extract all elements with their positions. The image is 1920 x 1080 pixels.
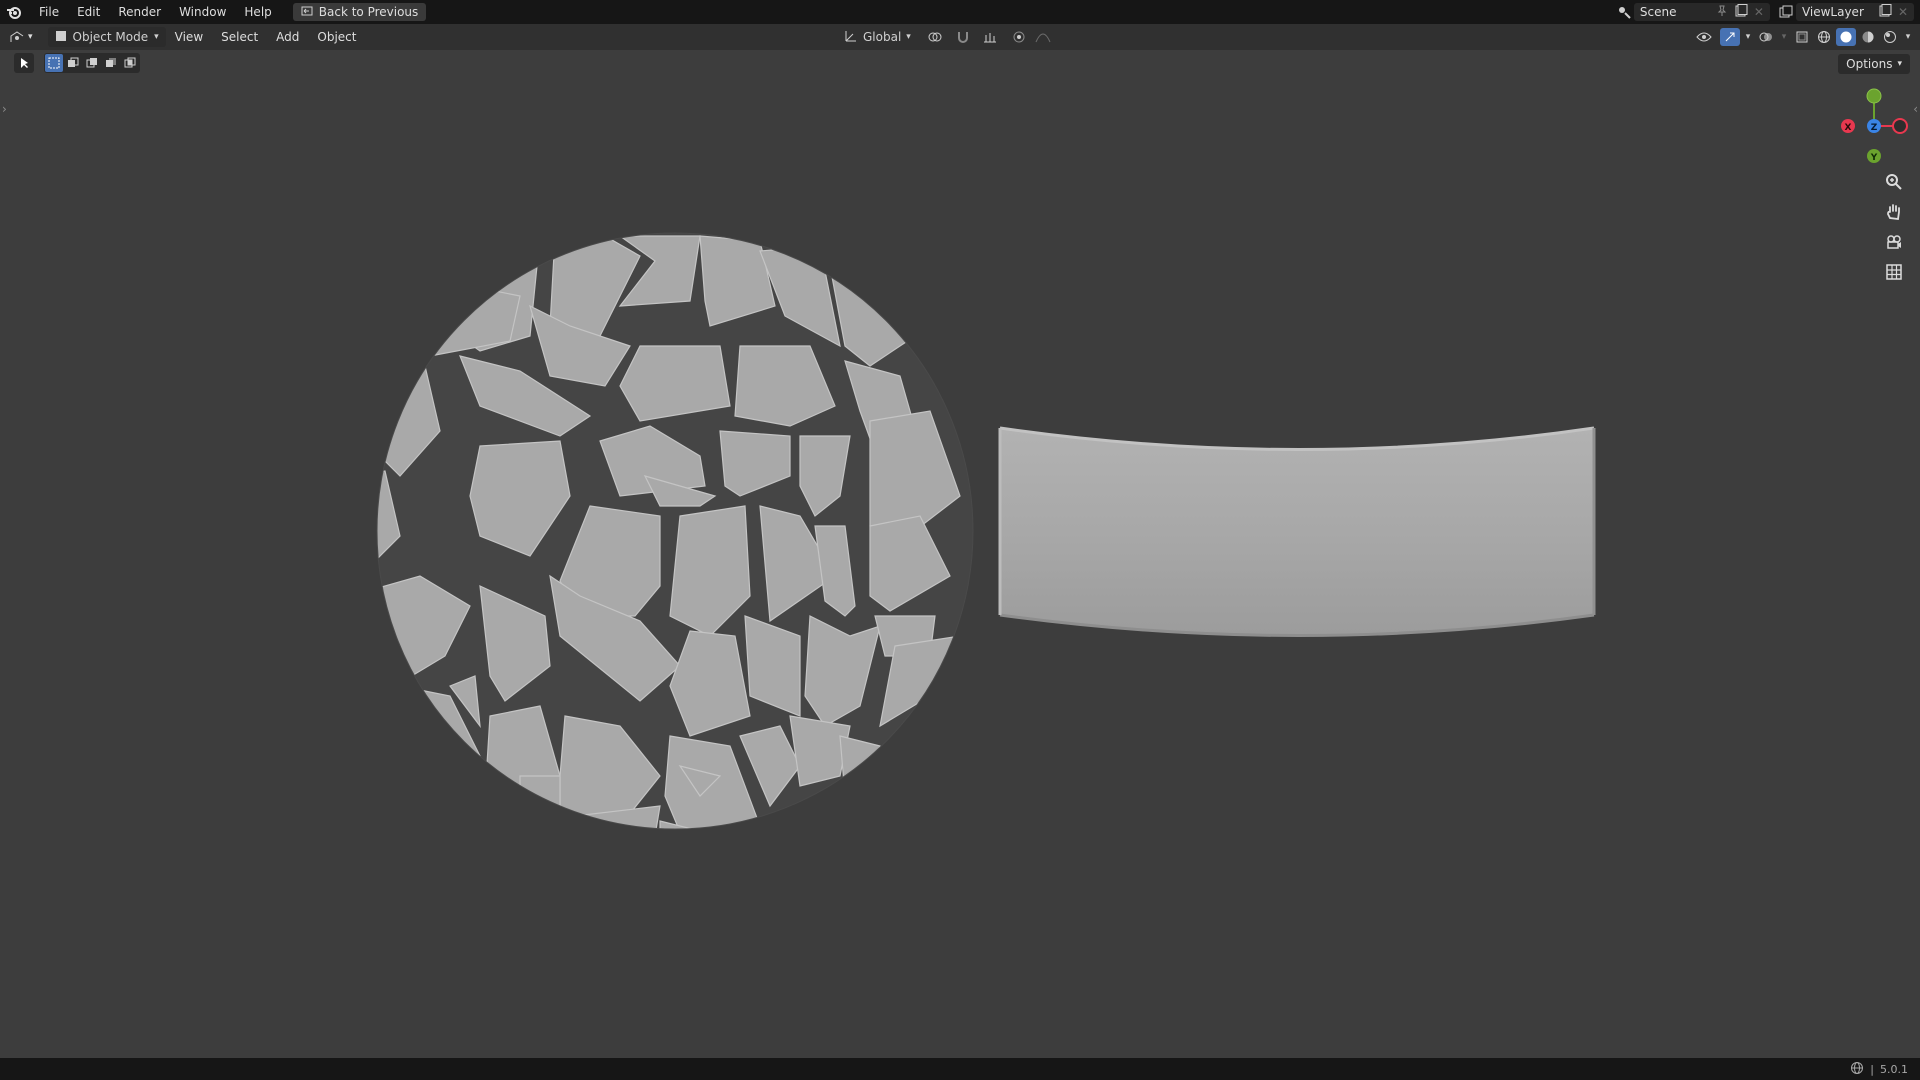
blender-logo-icon[interactable] [6, 4, 22, 20]
chevron-down-icon[interactable]: ▾ [1778, 28, 1790, 46]
select-subtract-icon[interactable] [83, 54, 101, 72]
chevron-down-icon: ▾ [154, 32, 159, 42]
menu-render[interactable]: Render [109, 0, 170, 24]
pin-icon[interactable] [1716, 5, 1728, 20]
material-shading-icon[interactable] [1858, 28, 1878, 46]
chevron-down-icon[interactable]: ▾ [1742, 28, 1754, 46]
object-mode-icon [55, 30, 67, 45]
back-icon [301, 5, 313, 20]
chevron-down-icon: ▾ [1897, 59, 1902, 69]
snap-target-icon[interactable] [977, 28, 1005, 46]
grid-icon[interactable] [1880, 258, 1908, 286]
object-mode-select[interactable]: Object Mode ▾ [47, 27, 166, 47]
viewlayer-name: ViewLayer [1801, 5, 1864, 19]
selection-mode-group [44, 53, 140, 73]
new-scene-icon[interactable] [1734, 3, 1748, 21]
select-extend-icon[interactable] [64, 54, 82, 72]
chevron-down-icon: ▾ [906, 32, 911, 42]
select-new-icon[interactable] [45, 54, 63, 72]
scene-browse-icon[interactable] [1614, 3, 1634, 21]
top-menu-bar: File Edit Render Window Help Back to Pre… [0, 0, 1920, 24]
xray-toggle-icon[interactable] [1792, 28, 1812, 46]
rendered-shading-icon[interactable] [1880, 28, 1900, 46]
tool-row [14, 53, 140, 73]
menu-help[interactable]: Help [235, 0, 280, 24]
select-tool-icon[interactable] [14, 53, 34, 73]
navigation-gizmo[interactable]: X Y Z [1840, 84, 1910, 166]
network-icon [1850, 1061, 1864, 1078]
editor-type-icon[interactable]: ▾ [0, 24, 42, 50]
axis-x-label: X [1845, 123, 1852, 133]
status-separator: | [1870, 1062, 1874, 1076]
select-intersect-icon[interactable] [121, 54, 139, 72]
menu-view[interactable]: View [166, 24, 212, 50]
overlay-toggle-icon[interactable] [1756, 28, 1776, 46]
wireframe-shading-icon[interactable] [1814, 28, 1834, 46]
viewlayer-browse-icon[interactable] [1776, 3, 1796, 21]
menu-add[interactable]: Add [267, 24, 308, 50]
back-to-previous-label: Back to Previous [318, 5, 419, 19]
viewport-display-tools: ▾ ▾ ▾ [1690, 24, 1914, 50]
scene-selector[interactable]: Scene ✕ [1633, 3, 1770, 21]
snap-toggle-icon[interactable] [953, 28, 973, 46]
transform-orientation-label: Global [863, 30, 902, 44]
select-difference-icon[interactable] [102, 54, 120, 72]
falloff-icon[interactable] [1033, 28, 1053, 46]
voronoi-disc-mesh[interactable] [330, 226, 974, 876]
status-bar: | 5.0.1 [0, 1058, 1920, 1080]
menu-window[interactable]: Window [170, 0, 235, 24]
menu-select[interactable]: Select [212, 24, 267, 50]
axis-z-label: Z [1871, 123, 1878, 133]
3d-viewport[interactable]: › ‹ [0, 76, 1920, 1058]
options-label: Options [1846, 57, 1893, 71]
axis-y-positive [1866, 88, 1882, 104]
pivot-point-icon[interactable] [921, 28, 949, 46]
viewlayer-selector[interactable]: ViewLayer ✕ [1795, 3, 1914, 21]
solid-shading-icon[interactable] [1836, 28, 1856, 46]
object-mode-label: Object Mode [72, 30, 149, 44]
visibility-icon[interactable] [1690, 28, 1718, 46]
hand-icon[interactable] [1880, 198, 1908, 226]
new-viewlayer-icon[interactable] [1878, 3, 1892, 21]
camera-icon[interactable] [1880, 228, 1908, 256]
delete-viewlayer-icon[interactable]: ✕ [1898, 5, 1908, 19]
menu-object[interactable]: Object [308, 24, 365, 50]
options-dropdown[interactable]: Options ▾ [1838, 54, 1910, 74]
transform-tools: Global ▾ [838, 24, 1053, 50]
orientation-icon [844, 29, 858, 46]
scene-name: Scene [1639, 5, 1677, 19]
version-label: 5.0.1 [1880, 1062, 1908, 1076]
chevron-down-icon[interactable]: ▾ [1902, 28, 1914, 46]
menu-file[interactable]: File [30, 0, 68, 24]
gizmo-toggle-icon[interactable] [1720, 28, 1740, 46]
status-version: | 5.0.1 [1850, 1061, 1908, 1078]
zoom-icon[interactable] [1880, 168, 1908, 196]
sidebar-toggle-icon[interactable]: ‹ [1913, 102, 1918, 116]
axis-x-positive [1892, 118, 1908, 134]
delete-scene-icon[interactable]: ✕ [1754, 5, 1764, 19]
back-to-previous-button[interactable]: Back to Previous [292, 3, 427, 21]
axis-y-label: Y [1870, 153, 1878, 163]
curved-panel-mesh[interactable] [998, 426, 1596, 637]
toolbar-toggle-icon[interactable]: › [2, 102, 7, 116]
menu-edit[interactable]: Edit [68, 0, 109, 24]
proportional-editing-icon[interactable] [1009, 28, 1029, 46]
transform-orientation-select[interactable]: Global ▾ [838, 27, 917, 47]
viewport-header: ▾ Object Mode ▾ View Select Add Object G… [0, 24, 1920, 50]
